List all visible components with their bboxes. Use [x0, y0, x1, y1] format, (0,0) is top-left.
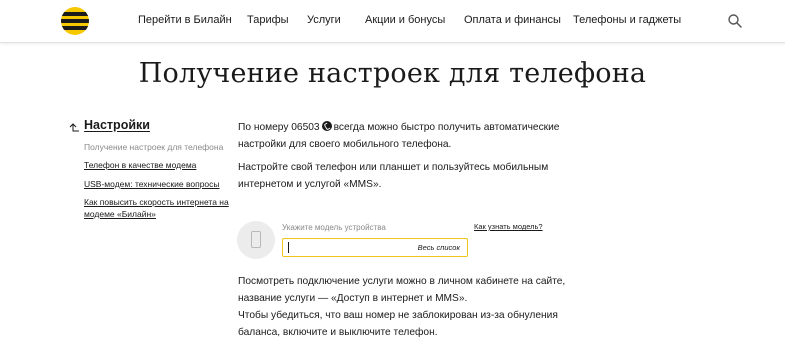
phone-icon [251, 231, 261, 248]
account-text-line4: баланса, включите и выключите телефон. [238, 327, 438, 338]
nav-item-tariffs[interactable]: Тарифы [247, 14, 289, 26]
setup-text-line1: Настройте свой телефон или планшет и пол… [238, 162, 549, 173]
intro-text-line2: настройки для своего мобильного телефона… [238, 139, 452, 150]
phone-call-icon [321, 121, 332, 131]
site-header: Перейти в Билайн Тарифы Услуги Акции и б… [0, 0, 785, 43]
sidebar-item-speed-up-line2[interactable]: модеме «Билайн» [84, 208, 156, 220]
sidebar-item-speed-up-line1[interactable]: Как повысить скорость интернета на [84, 196, 229, 208]
sidebar-title[interactable]: Настройки [84, 118, 150, 132]
account-text-line2: название услуги — «Доступ в интернет и M… [238, 293, 468, 304]
nav-item-services[interactable]: Услуги [307, 14, 341, 26]
intro-text-a: По номеру 06503 [238, 122, 320, 133]
sidebar-item-phone-as-modem[interactable]: Телефон в качестве модема [84, 159, 196, 171]
sidebar-item-phone-settings: Получение настроек для телефона [84, 142, 224, 152]
text-caret [288, 242, 289, 253]
arrow-up-icon[interactable] [68, 121, 80, 133]
sidebar-item-usb-modem[interactable]: USB-модем: технические вопросы [84, 178, 220, 190]
nav-item-payment[interactable]: Оплата и финансы [464, 14, 561, 26]
sidebar: Настройки Получение настроек для телефон… [68, 117, 233, 219]
setup-paragraph: Настройте свой телефон или планшет и пол… [238, 159, 548, 193]
how-to-find-model-link[interactable]: Как узнать модель? [474, 222, 543, 231]
account-paragraph: Посмотреть подключение услуги можно в ли… [238, 273, 565, 341]
device-model-label: Укажите модель устройства [282, 223, 386, 232]
page-title: Получение настроек для телефона [138, 58, 647, 89]
account-text-line1: Посмотреть подключение услуги можно в ли… [238, 276, 566, 287]
nav-item-phones[interactable]: Телефоны и гаджеты [573, 14, 681, 26]
intro-text-b: всегда можно быстро получить автоматичес… [333, 122, 560, 133]
beeline-logo[interactable] [61, 7, 89, 35]
sidebar-header: Настройки [68, 117, 233, 135]
nav-item-promotions[interactable]: Акции и бонусы [365, 14, 445, 26]
search-icon[interactable] [727, 13, 743, 29]
full-list-link[interactable]: Весь список [418, 243, 460, 252]
device-model-input[interactable]: Весь список [282, 238, 468, 257]
intro-paragraph: По номеру 06503 всегда можно быстро получ… [238, 119, 559, 153]
account-text-line3: Чтобы убедиться, что ваш номер не заблок… [238, 310, 558, 321]
setup-text-line2: интернетом и услугой «MMS». [238, 179, 382, 190]
nav-item-go-to-beeline[interactable]: Перейти в Билайн [138, 14, 232, 26]
device-placeholder [237, 221, 275, 259]
